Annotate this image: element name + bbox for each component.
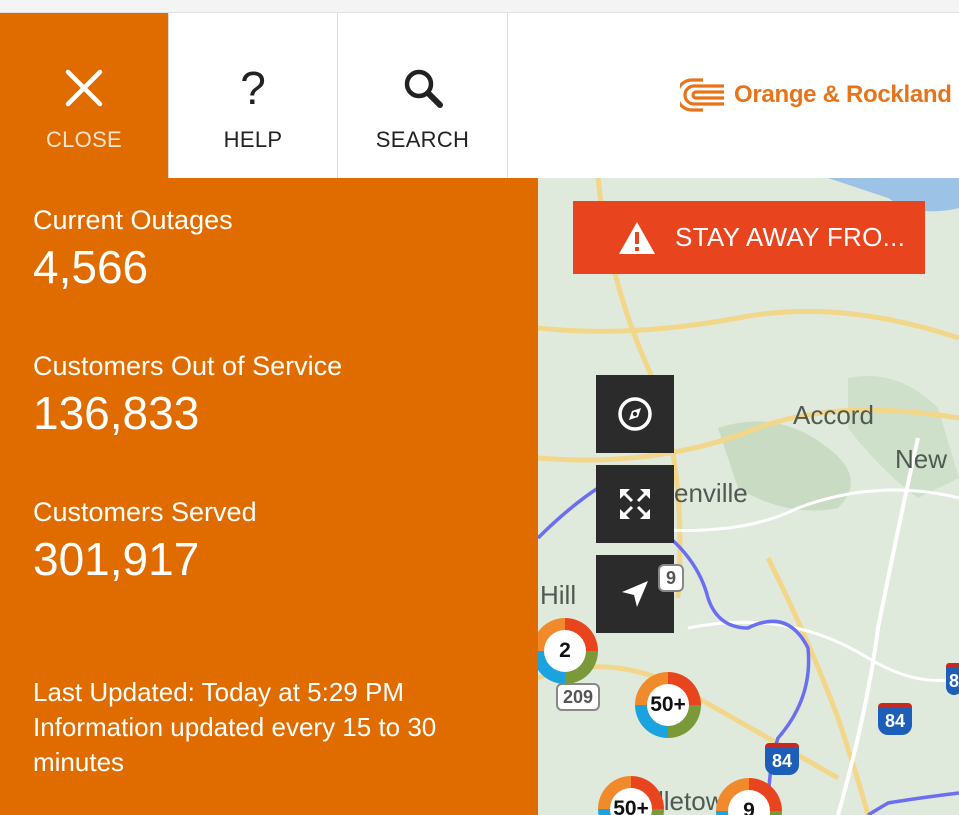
cluster-count: 50+ (647, 684, 689, 726)
outage-map-app: CLOSE ? HELP SEARCH Orange & Rockland Cu… (0, 0, 959, 815)
update-frequency-text: Information updated every 15 to 30 minut… (33, 712, 437, 777)
toolbar: CLOSE ? HELP SEARCH Orange & Rockland (0, 13, 959, 178)
outage-cluster[interactable]: 50+ (635, 672, 701, 738)
update-info: Last Updated: Today at 5:29 PM Informati… (33, 675, 503, 780)
warning-icon (617, 220, 657, 256)
locate-icon (622, 581, 648, 607)
alert-text: STAY AWAY FRO... (675, 222, 906, 252)
close-icon (54, 65, 114, 111)
interstate-84-shield: 84 (878, 703, 912, 735)
last-updated-text: Last Updated: Today at 5:29 PM (33, 677, 404, 707)
current-outages-label: Current Outages (33, 205, 233, 235)
top-strip (0, 0, 959, 13)
outage-map[interactable]: Accord New enville Hill lletow STAY AWAY… (538, 178, 959, 815)
place-label-lleto: lletow (658, 786, 725, 815)
outage-cluster[interactable]: 50+ (598, 776, 664, 815)
compass-button[interactable] (596, 375, 674, 453)
help-label: HELP (223, 127, 283, 152)
outage-cluster[interactable]: 9 (716, 778, 782, 815)
help-glyph: ? (240, 62, 266, 114)
place-label-new: New (895, 444, 948, 474)
cluster-count: 2 (544, 630, 586, 672)
help-button[interactable]: ? HELP (168, 13, 338, 178)
search-label: SEARCH (375, 127, 470, 152)
current-outages-value: 4,566 (33, 241, 149, 293)
help-icon: ? (223, 65, 283, 111)
interstate-84-shield: 84 (765, 743, 799, 775)
close-label: CLOSE (45, 127, 123, 152)
customers-out-value: 136,833 (33, 387, 200, 439)
place-label-hill: Hill (540, 580, 577, 610)
customers-served-stat: Customers Served 301,917 (33, 496, 257, 586)
current-outages-stat: Current Outages 4,566 (33, 204, 233, 294)
place-label-enville: enville (674, 478, 748, 508)
customers-served-label: Customers Served (33, 497, 257, 527)
close-button[interactable]: CLOSE (0, 13, 168, 178)
customers-out-stat: Customers Out of Service 136,833 (33, 350, 342, 440)
customers-served-value: 301,917 (33, 533, 200, 585)
search-icon (393, 65, 453, 111)
outage-stats-panel: Current Outages 4,566 Customers Out of S… (0, 178, 538, 815)
customers-out-label: Customers Out of Service (33, 351, 343, 381)
outage-cluster[interactable]: 2 (538, 618, 598, 684)
search-button[interactable]: SEARCH (338, 13, 508, 178)
route-8-shield: 8 (946, 663, 959, 695)
route-9-shield: 9 (658, 564, 684, 592)
place-label-accord: Accord (793, 400, 874, 430)
logo-mark-icon (680, 78, 724, 112)
fullscreen-icon (620, 489, 650, 519)
us-route-209-shield: 209 (556, 683, 600, 711)
fullscreen-button[interactable] (596, 465, 674, 543)
compass-icon (618, 397, 652, 431)
stay-away-alert-banner[interactable]: STAY AWAY FRO... (573, 201, 925, 274)
logo-text: Orange & Rockland (734, 81, 952, 108)
orange-rockland-logo: Orange & Rockland (680, 75, 952, 115)
